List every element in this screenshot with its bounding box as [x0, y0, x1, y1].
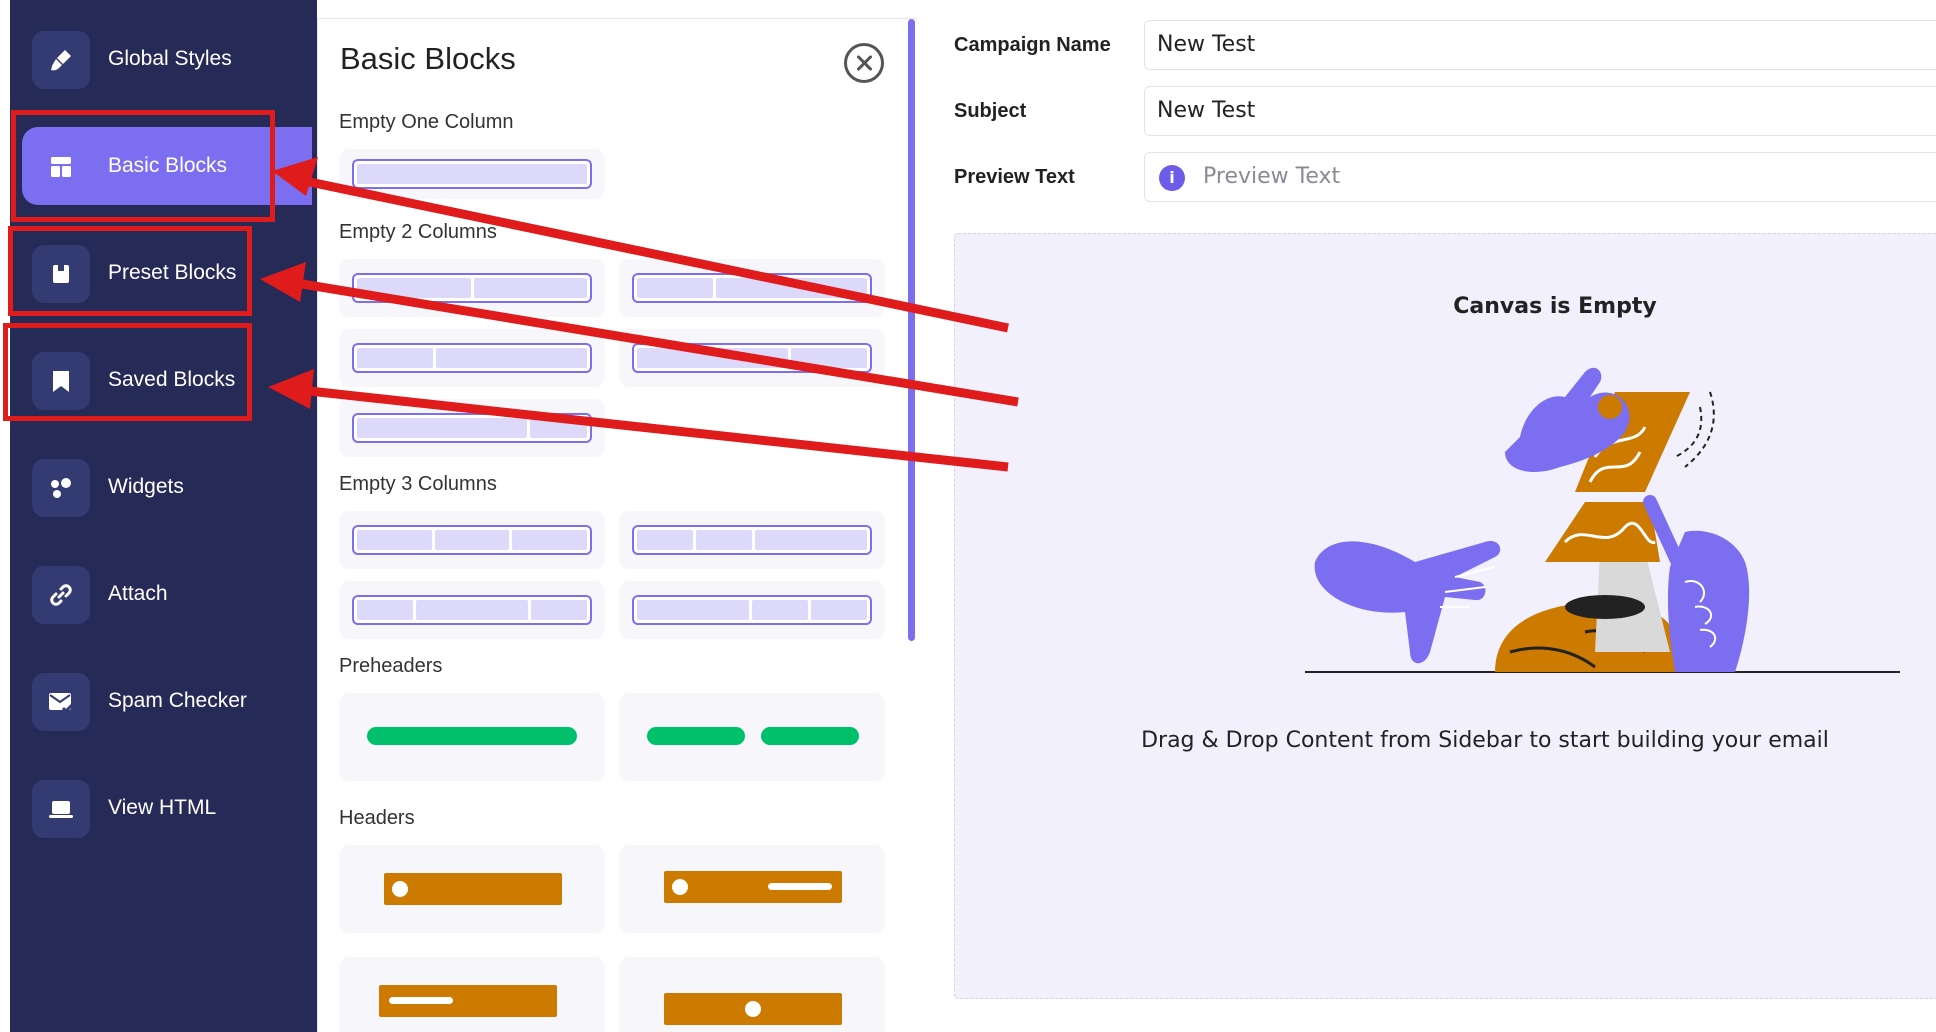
block-three-columns-left-wide[interactable] — [619, 581, 885, 639]
block-two-columns-equal[interactable] — [619, 259, 885, 317]
block-three-columns-center-wide[interactable] — [339, 581, 605, 639]
preview-text-placeholder: Preview Text — [1203, 164, 1341, 189]
canvas-title: Canvas is Empty — [1453, 294, 1657, 319]
sidebar-item-label: Attach — [108, 582, 168, 605]
sidebar-item-global-styles[interactable]: Global Styles — [22, 20, 312, 98]
blocks-panel: Basic Blocks Empty One Column Empty 2 Co… — [317, 18, 917, 1032]
section-label-three-columns: Empty 3 Columns — [339, 473, 497, 495]
sidebar-item-view-html[interactable]: View HTML — [22, 769, 312, 847]
preheader-bar — [761, 727, 859, 745]
subject-label: Subject — [954, 100, 1027, 122]
block-header-logo-left[interactable] — [339, 845, 605, 933]
block-header-text-left[interactable] — [339, 957, 605, 1032]
email-canvas[interactable]: Canvas is Empty Drag & Drop Content from… — [954, 233, 1936, 999]
preview-text-label: Preview Text — [954, 166, 1075, 188]
panel-scrollbar[interactable] — [908, 19, 915, 641]
link-icon — [32, 566, 90, 624]
block-two-columns-right-narrow[interactable] — [619, 329, 885, 387]
block-preheader-single[interactable] — [339, 693, 605, 781]
block-two-columns-equal[interactable] — [339, 259, 605, 317]
empty-canvas-illustration — [1305, 367, 1900, 673]
highlight-box-basic-blocks — [11, 110, 275, 222]
main-editor: Campaign Name New Test Subject New Test … — [918, 0, 1936, 1032]
block-two-columns-right-small[interactable] — [339, 399, 605, 457]
highlight-box-preset-blocks — [8, 226, 252, 316]
block-one-column[interactable] — [339, 149, 605, 199]
campaign-name-input[interactable]: New Test — [1144, 20, 1936, 70]
preheader-bar — [647, 727, 745, 745]
sidebar-item-widgets[interactable]: Widgets — [22, 448, 312, 526]
close-icon[interactable] — [844, 43, 884, 83]
preview-text-input[interactable]: i Preview Text — [1144, 152, 1936, 202]
sidebar-item-label: Widgets — [108, 475, 184, 498]
sidebar-item-label: Spam Checker — [108, 689, 247, 712]
header-bar — [664, 871, 842, 903]
preheader-bar — [367, 727, 577, 745]
block-header-logo-menu[interactable] — [619, 845, 885, 933]
panel-title: Basic Blocks — [340, 41, 516, 76]
sidebar-item-label: View HTML — [108, 796, 217, 819]
header-bar — [384, 873, 562, 905]
section-label-headers: Headers — [339, 807, 415, 829]
block-two-columns-left-narrow[interactable] — [339, 329, 605, 387]
subject-input[interactable]: New Test — [1144, 86, 1936, 136]
header-bar — [664, 993, 842, 1025]
mail-check-icon — [32, 673, 90, 731]
section-label-two-columns: Empty 2 Columns — [339, 221, 497, 243]
info-icon: i — [1159, 165, 1185, 191]
sidebar-item-spam-checker[interactable]: Spam Checker — [22, 662, 312, 740]
block-preheader-double[interactable] — [619, 693, 885, 781]
brush-icon — [32, 31, 90, 89]
campaign-name-label: Campaign Name — [954, 34, 1111, 56]
sidebar-item-label: Global Styles — [108, 47, 232, 70]
section-label-preheaders: Preheaders — [339, 655, 443, 677]
widgets-icon — [32, 459, 90, 517]
sidebar-item-attach[interactable]: Attach — [22, 555, 312, 633]
laptop-icon — [32, 780, 90, 838]
block-three-columns-equal[interactable] — [339, 511, 605, 569]
highlight-box-saved-blocks — [3, 323, 252, 421]
canvas-subtitle: Drag & Drop Content from Sidebar to star… — [1141, 728, 1829, 753]
section-label-one-column: Empty One Column — [339, 111, 514, 133]
block-header-logo-center[interactable] — [619, 957, 885, 1032]
header-bar — [379, 985, 557, 1017]
block-three-columns-right-wide[interactable] — [619, 511, 885, 569]
